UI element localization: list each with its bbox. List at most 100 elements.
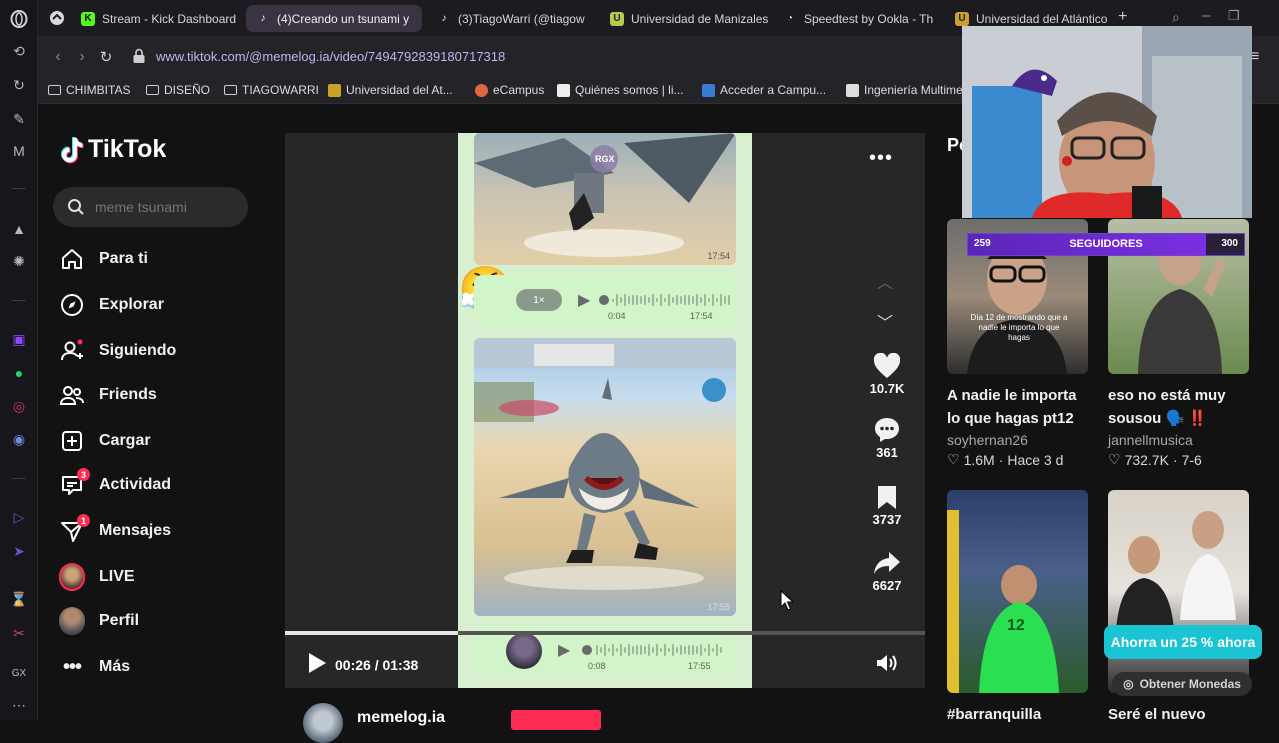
forward-icon[interactable]: › xyxy=(72,47,92,67)
tab-speedtest[interactable]: ◔ Speedtest by Ookla - Th xyxy=(773,5,945,32)
comment-button[interactable]: 361 xyxy=(863,415,911,460)
video-title[interactable]: eso no está muy sousou 🗣️ ‼️ xyxy=(1108,384,1250,430)
voice-message-1[interactable]: 1× ▶ 0:04 17:54 xyxy=(474,275,736,325)
instagram-icon[interactable]: ◎ xyxy=(8,395,30,417)
tab-umanizales[interactable]: U Universidad de Manizales xyxy=(600,5,770,32)
recommended-video-2[interactable]: eso no está muy sousou 🗣️ ‼️ jannellmusi… xyxy=(1108,219,1250,468)
play-icon[interactable] xyxy=(307,652,327,677)
video-frame[interactable]: RGX 17:54 😤 1× ▶ 0:04 17:54 xyxy=(458,133,752,688)
nav-cargar[interactable]: Cargar xyxy=(59,426,151,456)
discord-icon[interactable]: ◉ xyxy=(8,428,30,450)
kick-icon: K xyxy=(81,11,95,26)
video-progress-bar[interactable] xyxy=(285,631,925,635)
nav-actividad[interactable]: 3 Actividad xyxy=(59,468,172,500)
search-box[interactable] xyxy=(53,187,248,227)
video-thumbnail[interactable] xyxy=(1108,490,1249,693)
new-tab-button[interactable]: + xyxy=(1118,8,1127,26)
nav-label: LIVE xyxy=(99,568,135,585)
whatsapp-icon[interactable]: ● xyxy=(8,362,30,384)
aria-icon[interactable]: ▲ xyxy=(8,218,30,240)
sidebar-more-icon[interactable]: ⋯ xyxy=(8,694,30,716)
chatgpt-icon[interactable]: ✺ xyxy=(8,250,30,272)
nav-para-ti[interactable]: Para ti xyxy=(59,244,148,274)
tiktok-logo[interactable]: TikTok xyxy=(60,135,166,164)
nav-live[interactable]: LIVE xyxy=(59,562,135,592)
previous-video-icon[interactable]: ︿ xyxy=(877,269,893,293)
player-icon[interactable]: ▷ xyxy=(8,506,30,528)
bookmark-chimbitas[interactable]: CHIMBITAS xyxy=(48,83,130,97)
bookmark-quienes-somos[interactable]: Quiénes somos | li... xyxy=(557,83,684,97)
compass-icon xyxy=(59,292,85,318)
opera-logo-icon[interactable] xyxy=(8,8,30,30)
nav-label: Actividad xyxy=(99,476,172,493)
play-icon[interactable]: ▶ xyxy=(558,640,570,660)
nav-perfil[interactable]: Perfil xyxy=(59,606,139,636)
heart-icon xyxy=(863,351,911,381)
folder-icon xyxy=(146,85,159,95)
video-thumbnail[interactable]: 12 xyxy=(947,490,1088,693)
volume-icon[interactable] xyxy=(875,653,899,678)
video-player[interactable]: RGX 17:54 😤 1× ▶ 0:04 17:54 xyxy=(285,133,925,688)
tab-kick[interactable]: K Stream - Kick Dashboard xyxy=(71,5,241,32)
audio-scrubber[interactable] xyxy=(599,295,609,305)
extensions-icon[interactable]: ✂ xyxy=(8,622,30,644)
gx-icon[interactable]: GX xyxy=(8,662,30,684)
video-title[interactable]: Seré el nuevo xyxy=(1108,703,1250,726)
video-progress-fill xyxy=(285,631,458,635)
play-icon[interactable]: ▶ xyxy=(578,290,590,310)
promo-button[interactable]: Ahorra un 25 % ahora xyxy=(1104,625,1262,659)
history-icon[interactable]: ⌛ xyxy=(8,588,30,610)
bookmark-campus[interactable]: Acceder a Campu... xyxy=(702,83,826,97)
refresh-sidebar-icon[interactable]: ↻ xyxy=(8,74,30,96)
bookmark-ecampus[interactable]: eCampus xyxy=(475,83,544,97)
tab-tiktok-profile[interactable]: ♪ (3)TiagoWarri (@tiagow xyxy=(427,5,597,32)
next-video-icon[interactable]: ﹀ xyxy=(877,309,893,333)
nav-mensajes[interactable]: 1 Mensajes xyxy=(59,514,171,546)
nav-siguiendo[interactable]: Siguiendo xyxy=(59,336,176,366)
tab-tiktok-active[interactable]: ♪ (4)Creando un tsunami y xyxy=(246,5,422,32)
bookmark-ingenieria[interactable]: Ingeniería Multime xyxy=(846,83,963,97)
nav-explorar[interactable]: Explorar xyxy=(59,290,164,320)
bookmark-label: eCampus xyxy=(493,83,545,97)
minimize-icon[interactable]: – xyxy=(1202,7,1210,24)
live-avatar xyxy=(59,563,85,591)
bookmark-label: CHIMBITAS xyxy=(66,83,131,97)
nav-label: Perfil xyxy=(99,612,140,629)
video-author[interactable]: soyhernan26 xyxy=(947,432,1089,448)
recommended-video-1[interactable]: Día 12 de mostrando que a nadie le impor… xyxy=(947,219,1089,468)
bookmark-tiagowarri[interactable]: TIAGOWARRI xyxy=(224,83,319,97)
video-title[interactable]: #barranquilla xyxy=(947,703,1089,726)
like-button[interactable]: 10.7K xyxy=(863,351,911,396)
send-icon[interactable]: ➤ xyxy=(8,540,30,562)
search-input[interactable] xyxy=(95,199,235,215)
nav-mas[interactable]: ••• Más xyxy=(59,652,130,682)
audio-scrubber[interactable] xyxy=(582,645,592,655)
reload-icon[interactable]: ↻ xyxy=(96,47,116,67)
speed-dial-icon[interactable]: ⟲ xyxy=(8,40,30,62)
author-name[interactable]: memelog.ia xyxy=(357,709,445,727)
more-options-icon[interactable]: ••• xyxy=(869,147,893,170)
bookmark-uatlantico[interactable]: Universidad del At... xyxy=(328,83,453,97)
save-button[interactable]: 3737 xyxy=(863,482,911,527)
url-field[interactable]: www.tiktok.com/@memelog.ia/video/7494792… xyxy=(156,49,505,64)
lock-icon[interactable] xyxy=(132,48,146,64)
twitch-icon[interactable]: ▣ xyxy=(8,328,30,350)
follow-button[interactable] xyxy=(511,710,601,730)
search-tabs-icon[interactable]: ⌕ xyxy=(1172,9,1180,26)
profile-avatar xyxy=(59,607,85,635)
video-author[interactable]: jannellmusica xyxy=(1108,432,1250,448)
share-button[interactable]: 6627 xyxy=(863,548,911,593)
pinboard-icon[interactable]: ✎ xyxy=(8,108,30,130)
gmail-icon[interactable]: M xyxy=(8,140,30,162)
playback-speed-button[interactable]: 1× xyxy=(516,289,562,311)
workspace-icon[interactable] xyxy=(46,7,68,29)
bookmark-diseno[interactable]: DISEÑO xyxy=(146,83,210,97)
restore-icon[interactable]: ❐ xyxy=(1228,8,1240,24)
author-avatar[interactable] xyxy=(303,703,343,743)
video-title[interactable]: A nadie le importa lo que hagas pt12 #fy… xyxy=(947,384,1089,430)
get-coins-button[interactable]: ◎ Obtener Monedas xyxy=(1112,672,1252,696)
back-icon[interactable]: ‹ xyxy=(48,47,68,67)
nav-friends[interactable]: Friends xyxy=(59,380,157,410)
recommended-video-3[interactable]: 12 #barranquilla xyxy=(947,490,1089,726)
browser-sidebar: ⟲ ↻ ✎ M ▲ ✺ ▣ ● ◎ ◉ ▷ ➤ ⌛ ✂ GX ⋯ xyxy=(0,0,38,720)
